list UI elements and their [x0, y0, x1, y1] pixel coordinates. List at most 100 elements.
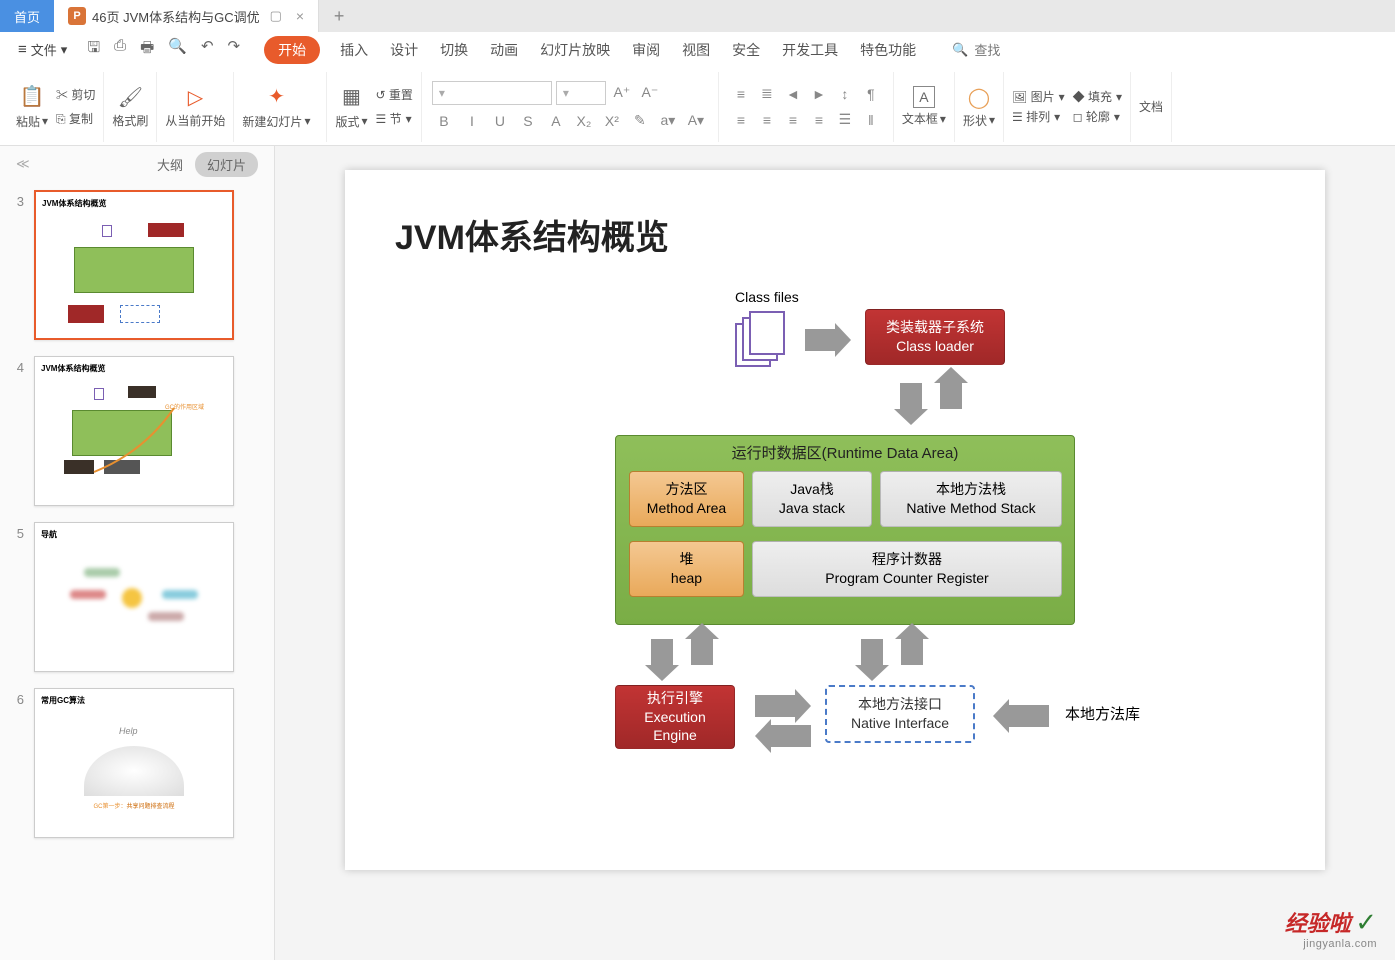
- slide-title: JVM体系结构概览: [395, 210, 1275, 259]
- distribute-button[interactable]: ☰: [833, 108, 857, 132]
- case-button[interactable]: a▾: [656, 109, 680, 133]
- close-icon[interactable]: ×: [296, 8, 304, 24]
- layout-icon[interactable]: ▦: [342, 84, 361, 109]
- native-lib-label: 本地方法库: [1065, 703, 1140, 724]
- text-effect-button[interactable]: A▾: [684, 109, 708, 133]
- thumbnail-5[interactable]: 导航: [34, 522, 234, 672]
- thumb-num: 6: [8, 688, 24, 838]
- redo-icon[interactable]: ↷: [228, 37, 241, 62]
- watermark: 经验啦 ✓ jingyanla.com: [1285, 906, 1377, 950]
- textbox-button[interactable]: A 文本框▾: [894, 72, 955, 142]
- fill-button[interactable]: ◆ 填充▾: [1073, 88, 1122, 105]
- paste-button[interactable]: 粘贴▾: [16, 113, 48, 130]
- slides-tab[interactable]: 幻灯片: [195, 152, 258, 177]
- new-slide-button[interactable]: 新建幻灯片▾: [242, 113, 310, 130]
- app-badge: P: [68, 7, 86, 25]
- box-execution-engine: 执行引擎ExecutionEngine: [615, 685, 735, 749]
- outline-tab[interactable]: 大纲: [157, 155, 183, 174]
- indent-inc-button[interactable]: ►: [807, 82, 831, 106]
- tab-animation[interactable]: 动画: [488, 36, 520, 64]
- shape-button[interactable]: ◯ 形状▾: [955, 72, 1004, 142]
- text-direction-button[interactable]: ¶: [859, 82, 883, 106]
- arrow-icon: [900, 383, 922, 409]
- new-slide-icon[interactable]: ✦: [268, 84, 285, 109]
- format-painter-button[interactable]: 🖌 格式刷: [104, 72, 157, 142]
- slide-canvas[interactable]: JVM体系结构概览 Class files 类装载器子系统Class loade…: [275, 146, 1395, 960]
- outline-button[interactable]: ◻ 轮廓▾: [1073, 108, 1122, 125]
- bold-button[interactable]: B: [432, 109, 456, 133]
- align-right-button[interactable]: ≡: [781, 108, 805, 132]
- arrow-icon: [651, 639, 673, 665]
- copy-button[interactable]: ⎘ 复制: [56, 108, 95, 130]
- tab-start[interactable]: 开始: [264, 36, 320, 64]
- chevron-down-icon: ▾: [61, 42, 68, 58]
- tab-document[interactable]: P 46页 JVM体系结构与GC调优 ▢ ×: [54, 0, 319, 32]
- font-color-button[interactable]: A: [544, 109, 568, 133]
- play-from-current-button[interactable]: ▷ 从当前开始: [157, 72, 234, 142]
- font-increase-button[interactable]: A⁺: [610, 81, 634, 105]
- layout-button[interactable]: 版式▾: [335, 113, 367, 130]
- slide: JVM体系结构概览 Class files 类装载器子系统Class loade…: [345, 170, 1325, 870]
- hamburger-icon: ≡: [18, 41, 27, 58]
- box-native-interface: 本地方法接口Native Interface: [825, 685, 975, 743]
- export-icon[interactable]: ⎙: [114, 37, 126, 62]
- save-icon[interactable]: 🖫: [87, 37, 100, 62]
- tab-view[interactable]: 视图: [680, 36, 712, 64]
- box-pcr: 程序计数器Program Counter Register: [752, 541, 1062, 597]
- arrow-icon: [771, 725, 811, 747]
- line-spacing-button[interactable]: ↕: [833, 82, 857, 106]
- undo-icon[interactable]: ↶: [201, 37, 214, 62]
- thumbnail-6[interactable]: 常用GC算法HelpGC第一步：共享问题排查流程: [34, 688, 234, 838]
- doc-clip-button[interactable]: 文档: [1131, 72, 1172, 142]
- tab-insert[interactable]: 插入: [338, 36, 370, 64]
- arrow-icon: [755, 695, 795, 717]
- arrow-icon: [805, 329, 835, 351]
- bullets-button[interactable]: ≡: [729, 82, 753, 106]
- paste-icon[interactable]: 📋: [20, 84, 45, 109]
- align-justify-button[interactable]: ≡: [807, 108, 831, 132]
- picture-button[interactable]: 🖼 图片▾: [1012, 88, 1065, 105]
- font-decrease-button[interactable]: A⁻: [638, 81, 662, 105]
- subscript-button[interactable]: X₂: [572, 109, 596, 133]
- textbox-icon: A: [913, 86, 935, 108]
- thumbnail-4[interactable]: JVM体系结构概览GC的作用区域: [34, 356, 234, 506]
- italic-button[interactable]: I: [460, 109, 484, 133]
- section-button[interactable]: ☰ 节▾: [376, 108, 413, 130]
- tab-design[interactable]: 设计: [388, 36, 420, 64]
- tab-devtools[interactable]: 开发工具: [780, 36, 840, 64]
- tab-review[interactable]: 审阅: [630, 36, 662, 64]
- thumb-num: 3: [8, 190, 24, 340]
- tab-slideshow[interactable]: 幻灯片放映: [538, 36, 612, 64]
- align-left-button[interactable]: ≡: [729, 108, 753, 132]
- search-button[interactable]: 🔍 查找: [952, 40, 1000, 59]
- columns-button[interactable]: ‖: [859, 108, 883, 132]
- font-name-select[interactable]: ▾: [432, 81, 552, 105]
- cut-button[interactable]: ✂ 剪切: [56, 84, 95, 106]
- underline-button[interactable]: U: [488, 109, 512, 133]
- file-menu[interactable]: ≡ 文件 ▾: [12, 36, 73, 63]
- box-native-stack: 本地方法栈Native Method Stack: [880, 471, 1062, 527]
- runtime-title: 运行时数据区(Runtime Data Area): [616, 444, 1074, 464]
- doc-title: 46页 JVM体系结构与GC调优: [92, 7, 260, 26]
- tab-transition[interactable]: 切换: [438, 36, 470, 64]
- collapse-icon[interactable]: ≪: [16, 156, 30, 172]
- new-tab-button[interactable]: +: [319, 0, 359, 32]
- indent-dec-button[interactable]: ◄: [781, 82, 805, 106]
- superscript-button[interactable]: X²: [600, 109, 624, 133]
- arrange-button[interactable]: ☰ 排列▾: [1012, 108, 1065, 125]
- tab-home[interactable]: 首页: [0, 0, 54, 32]
- reset-button[interactable]: ↺ 重置: [376, 84, 413, 106]
- print-icon[interactable]: 🖶: [140, 37, 154, 62]
- arrow-icon: [1009, 705, 1049, 727]
- thumbnail-list[interactable]: 3JVM体系结构概览 4JVM体系结构概览GC的作用区域 5导航 6常用GC算法…: [0, 182, 274, 960]
- highlight-button[interactable]: ✎: [628, 109, 652, 133]
- tab-dup-icon[interactable]: ▢: [270, 8, 282, 24]
- tab-security[interactable]: 安全: [730, 36, 762, 64]
- font-size-select[interactable]: ▾: [556, 81, 606, 105]
- thumbnail-3[interactable]: JVM体系结构概览: [34, 190, 234, 340]
- tab-features[interactable]: 特色功能: [858, 36, 918, 64]
- align-center-button[interactable]: ≡: [755, 108, 779, 132]
- numbering-button[interactable]: ≣: [755, 82, 779, 106]
- strike-button[interactable]: S: [516, 109, 540, 133]
- preview-icon[interactable]: 🔍: [168, 37, 187, 62]
